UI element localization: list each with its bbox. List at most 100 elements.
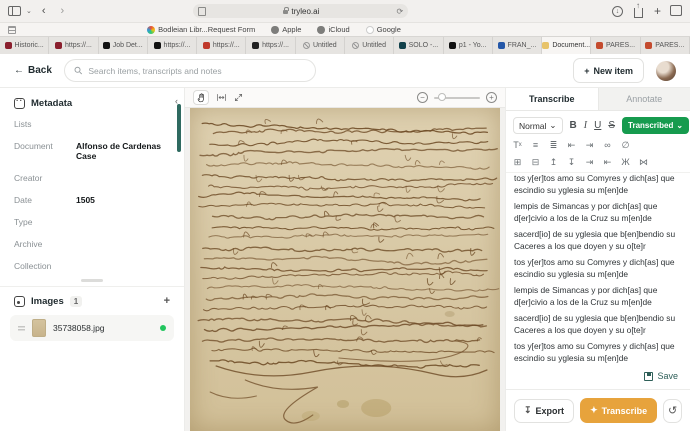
metadata-value[interactable]: Alfonso de Cardenas Case <box>76 141 170 161</box>
new-tab-icon[interactable]: + <box>654 4 661 18</box>
outdent-icon[interactable]: ⇤ <box>567 140 576 151</box>
superscript-icon[interactable]: Tˣ <box>513 140 522 151</box>
tab-label: https://... <box>65 42 92 49</box>
underline-button[interactable]: U <box>594 120 601 131</box>
drag-handle-icon[interactable] <box>18 325 25 332</box>
metadata-value[interactable] <box>76 239 170 249</box>
metadata-value[interactable] <box>76 261 170 271</box>
browser-tab[interactable]: https://... <box>197 37 246 54</box>
favorite-label: Apple <box>282 25 301 34</box>
image-list-item[interactable]: 35738058.jpg <box>10 315 174 341</box>
italic-button[interactable]: I <box>584 120 587 131</box>
bold-button[interactable]: B <box>570 120 577 131</box>
zoom-slider-knob[interactable] <box>438 93 446 101</box>
transcript-paragraph[interactable]: lempis de Simancas y por dich[as] que d[… <box>514 201 680 224</box>
reader-icon[interactable] <box>198 7 206 16</box>
panel-tab[interactable]: Annotate <box>599 88 690 110</box>
link-icon[interactable]: ∞ <box>603 140 612 151</box>
share-icon[interactable] <box>634 8 643 18</box>
transcript-paragraph[interactable]: sacerd[io] de su yglesia que b[en]bendio… <box>514 313 680 336</box>
browser-tab[interactable]: https://... <box>148 37 197 54</box>
browser-tab[interactable]: SOLO -... <box>394 37 443 54</box>
browser-tab[interactable]: https://... <box>49 37 98 54</box>
favorites-grid-icon[interactable] <box>8 26 16 34</box>
transcript-paragraph[interactable]: lempis de Simancas y por dich[as] que d[… <box>514 285 680 308</box>
back-button[interactable]: ← Back <box>14 65 52 76</box>
transcript-paragraph[interactable]: tos y[er]tos amo su Comyres y dich[as] q… <box>514 257 680 280</box>
paragraph-style-dropdown[interactable]: Normal ⌄ <box>513 117 563 134</box>
metadata-value[interactable] <box>76 119 170 129</box>
zoom-in-button[interactable]: + <box>486 92 497 103</box>
save-button[interactable]: Save <box>657 371 678 381</box>
shift-right-icon[interactable]: ⇥ <box>585 157 594 168</box>
shift-left-icon[interactable]: ⇤ <box>603 157 612 168</box>
zoom-out-button[interactable]: − <box>417 92 428 103</box>
hand-icon <box>197 93 206 103</box>
favorite-item[interactable]: Google <box>366 25 401 34</box>
search-box[interactable] <box>64 59 316 82</box>
browser-tab[interactable]: https://... <box>246 37 295 54</box>
browser-tab[interactable]: PARES... <box>591 37 640 54</box>
ordered-list-icon[interactable]: ≣ <box>549 140 558 151</box>
metadata-scrollbar[interactable] <box>177 104 181 152</box>
strikethrough-button[interactable]: S <box>608 120 615 131</box>
browser-tab[interactable]: Untitled <box>345 37 394 54</box>
transcript-editor[interactable]: tos y[er]tos amo su Comyres y dich[as] q… <box>506 173 690 367</box>
fit-width-button[interactable] <box>216 93 227 102</box>
user-avatar[interactable] <box>656 61 676 81</box>
transcript-paragraph[interactable]: tos y[er]tos amo su Comyres y dich[as] q… <box>514 173 680 196</box>
metadata-value[interactable] <box>76 217 170 227</box>
insert-row-icon[interactable]: ⊞ <box>513 157 522 168</box>
tab-overview-icon[interactable] <box>672 7 682 16</box>
browser-tab[interactable]: PARES... <box>641 37 690 54</box>
browser-tab[interactable]: Untitled <box>296 37 345 54</box>
transcript-paragraph[interactable]: sacerd[io] de su yglesia que b[en]bendio… <box>514 229 680 252</box>
tab-favicon-icon <box>252 42 259 49</box>
panel-resize-handle[interactable] <box>0 275 184 287</box>
search-input[interactable] <box>88 66 306 76</box>
metadata-label: Type <box>14 217 76 227</box>
export-button[interactable]: ↧ Export <box>514 399 574 423</box>
forward-nav-icon[interactable]: › <box>56 5 70 17</box>
browser-tab[interactable]: Document... <box>542 37 591 54</box>
address-bar[interactable]: tryleo.ai ⟳ <box>193 4 408 18</box>
browser-tab[interactable]: Job Det... <box>99 37 148 54</box>
add-image-button[interactable]: + <box>164 295 170 307</box>
sidebar-toggle-icon[interactable] <box>8 6 21 16</box>
transcript-paragraph[interactable]: tos y[er]tos amo su Comyres y dich[as] q… <box>514 341 680 364</box>
align-bottom-icon[interactable]: ↧ <box>567 157 576 168</box>
transcribe-button[interactable]: ✦ Transcribe <box>580 398 657 423</box>
split-cells-icon[interactable]: ⋈ <box>639 157 648 168</box>
bullet-list-icon[interactable]: ≡ <box>531 140 540 151</box>
fullscreen-button[interactable] <box>234 93 243 102</box>
panel-tab[interactable]: Transcribe <box>506 88 599 110</box>
metadata-value[interactable]: 1505 <box>76 195 170 205</box>
manuscript-canvas[interactable] <box>185 108 505 431</box>
insert-column-icon[interactable]: ⊟ <box>531 157 540 168</box>
chevron-down-icon[interactable]: ⌄ <box>26 7 32 15</box>
metadata-label: Collection <box>14 261 76 271</box>
refresh-icon[interactable]: ⟳ <box>397 7 404 16</box>
new-item-button[interactable]: + New item <box>573 58 644 83</box>
manuscript-image[interactable] <box>190 108 500 431</box>
metadata-icon <box>14 98 25 109</box>
browser-tab[interactable]: FRAN_... <box>493 37 542 54</box>
browser-tab[interactable]: Historic... <box>0 37 49 54</box>
back-nav-icon[interactable]: ‹ <box>37 5 51 17</box>
image-thumbnail[interactable] <box>32 319 46 337</box>
browser-tab[interactable]: p1 - Yo... <box>444 37 493 54</box>
align-top-icon[interactable]: ↥ <box>549 157 558 168</box>
indent-icon[interactable]: ⇥ <box>585 140 594 151</box>
pan-tool-button[interactable] <box>193 90 209 105</box>
unlink-icon[interactable]: ∅ <box>621 140 630 151</box>
favorite-item[interactable]: Bodleian Libr...Request Form <box>147 25 255 34</box>
merge-cells-icon[interactable]: Ж <box>621 157 630 168</box>
downloads-icon[interactable]: ↓ <box>612 6 623 17</box>
zoom-slider[interactable] <box>434 97 480 99</box>
metadata-value[interactable] <box>76 173 170 183</box>
tab-favicon-icon <box>103 42 110 49</box>
favorite-item[interactable]: Apple <box>271 25 301 34</box>
transcribed-status-button[interactable]: Transcribed ⌄ <box>622 117 689 134</box>
history-button[interactable]: ↺ <box>663 399 682 423</box>
favorite-item[interactable]: iCloud <box>317 25 349 34</box>
